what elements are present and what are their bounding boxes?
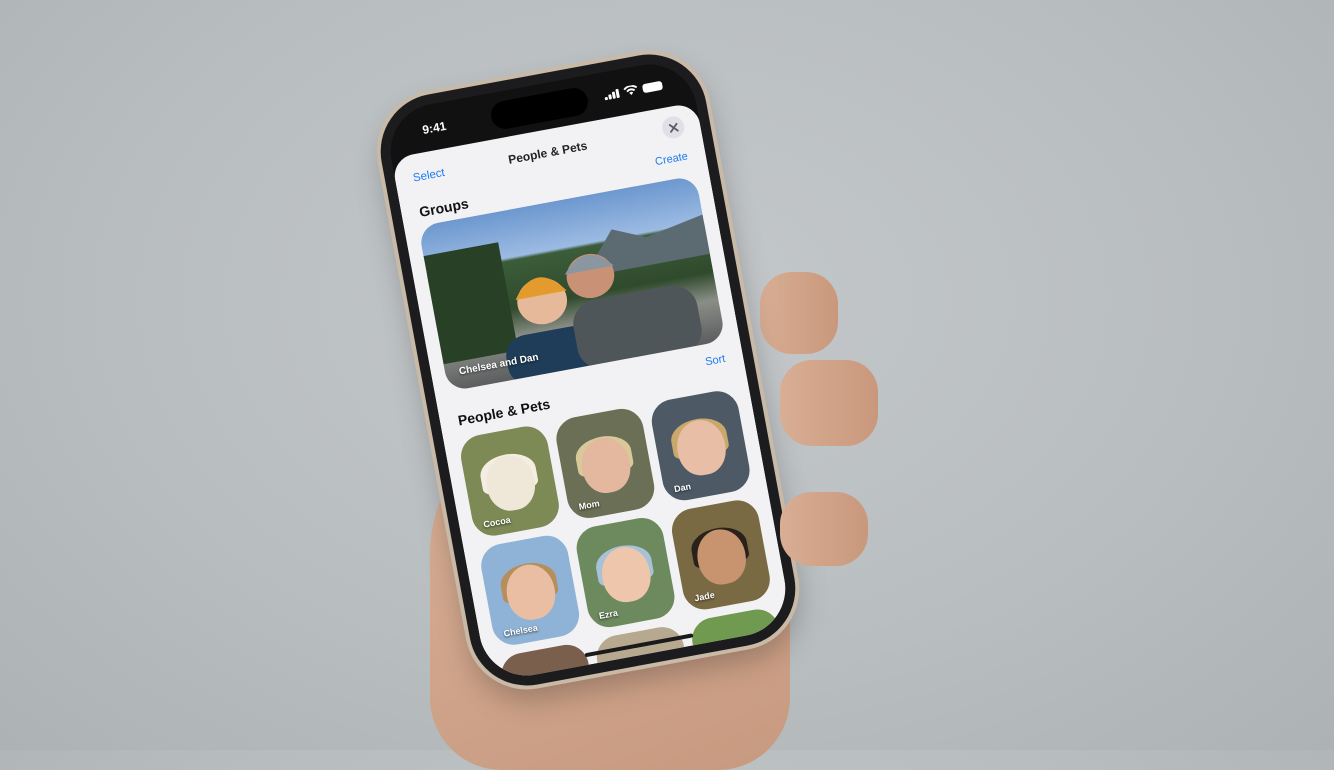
person-name: Mom xyxy=(577,498,601,512)
status-time: 9:41 xyxy=(421,118,448,138)
person-tile[interactable]: Cocoa xyxy=(457,422,563,540)
person-tile[interactable]: Ezra xyxy=(572,514,679,631)
person-tile[interactable]: Jade xyxy=(668,496,774,614)
groups-title: Groups xyxy=(417,195,470,220)
people-grid: Cocoa Mom Dan Chelsea Ezra Jade xyxy=(457,387,794,684)
finger xyxy=(760,272,838,354)
wifi-icon xyxy=(623,84,638,95)
signal-icon xyxy=(604,88,620,101)
person-name: Ezra xyxy=(598,607,619,622)
finger xyxy=(780,492,868,566)
person-tile[interactable]: Mom xyxy=(552,405,658,522)
person-name: Jade xyxy=(693,589,716,604)
sort-button[interactable]: Sort xyxy=(704,353,726,368)
status-icons xyxy=(603,80,664,101)
person-tile[interactable]: Dan xyxy=(648,387,754,504)
person-name: Dan xyxy=(673,481,692,495)
person-name: Chelsea xyxy=(502,622,539,639)
person-name: Cocoa xyxy=(482,514,512,530)
close-icon xyxy=(668,122,679,133)
finger xyxy=(780,360,878,446)
person-tile[interactable]: Chelsea xyxy=(477,532,583,649)
battery-icon xyxy=(641,80,664,94)
